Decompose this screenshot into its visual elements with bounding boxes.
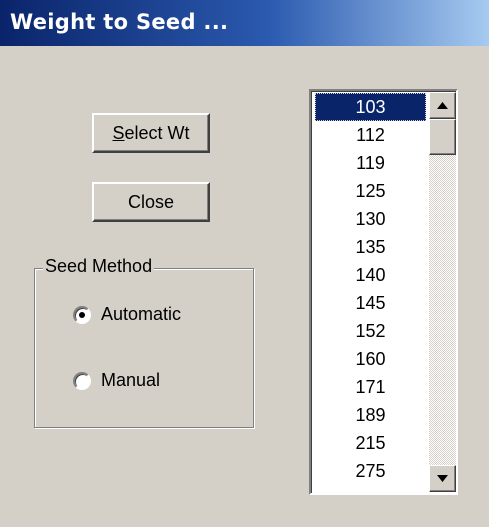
manual-radio[interactable]: Manual bbox=[73, 370, 160, 391]
select-wt-mnemonic: S bbox=[112, 122, 125, 143]
weights-listbox[interactable]: 103 112 119 125 130 135 140 145 152 160 171 189 215 2… bbox=[309, 89, 458, 495]
select-wt-label-rest: elect Wt bbox=[124, 122, 190, 143]
weight-list-item[interactable]: 119 bbox=[315, 149, 426, 177]
weight-list-item[interactable]: 145 bbox=[315, 289, 426, 317]
manual-radio-circle[interactable] bbox=[73, 371, 91, 390]
automatic-radio-circle[interactable] bbox=[73, 305, 91, 324]
select-wt-button[interactable]: Select Wt bbox=[92, 113, 210, 153]
manual-radio-label: Manual bbox=[101, 370, 161, 390]
scroll-thumb[interactable] bbox=[429, 119, 456, 155]
weight-list-item[interactable]: 275 bbox=[315, 457, 426, 485]
title-bar: Weight to Seed ... bbox=[0, 0, 489, 46]
weight-list-item[interactable]: 171 bbox=[315, 373, 426, 401]
automatic-radio-label: Automatic bbox=[101, 304, 182, 324]
triangle-up-icon bbox=[437, 102, 448, 109]
weight-list-item[interactable]: 135 bbox=[315, 233, 426, 261]
seed-method-group: Seed Method bbox=[34, 256, 254, 428]
select-wt-label: Select Wt bbox=[112, 123, 189, 144]
weight-list-item[interactable]: 160 bbox=[315, 345, 426, 373]
weight-list-item[interactable]: 125 bbox=[315, 177, 426, 205]
weight-list-item[interactable]: 112 bbox=[315, 121, 426, 149]
weight-list-item[interactable]: 152 bbox=[315, 317, 426, 345]
weights-list-items: 103 112 119 125 130 135 140 145 152 160 171 189 215 2… bbox=[313, 93, 426, 485]
scroll-up-button[interactable] bbox=[429, 92, 456, 119]
seed-method-legend: Seed Method bbox=[43, 256, 155, 277]
weight-list-item[interactable]: 215 bbox=[315, 429, 426, 457]
weight-list-item[interactable]: 189 bbox=[315, 401, 426, 429]
close-button-label: Close bbox=[127, 191, 175, 212]
weight-list-item[interactable]: 103 bbox=[315, 93, 426, 121]
listbox-scrollbar[interactable] bbox=[429, 92, 456, 492]
weight-list-item[interactable]: 130 bbox=[315, 205, 426, 233]
automatic-radio[interactable]: Automatic bbox=[73, 304, 181, 325]
close-button[interactable]: Close bbox=[92, 182, 210, 222]
weight-list-item[interactable]: 140 bbox=[315, 261, 426, 289]
scroll-down-button[interactable] bbox=[429, 465, 456, 492]
window-title: Weight to Seed ... bbox=[10, 10, 229, 34]
triangle-down-icon bbox=[437, 475, 448, 482]
